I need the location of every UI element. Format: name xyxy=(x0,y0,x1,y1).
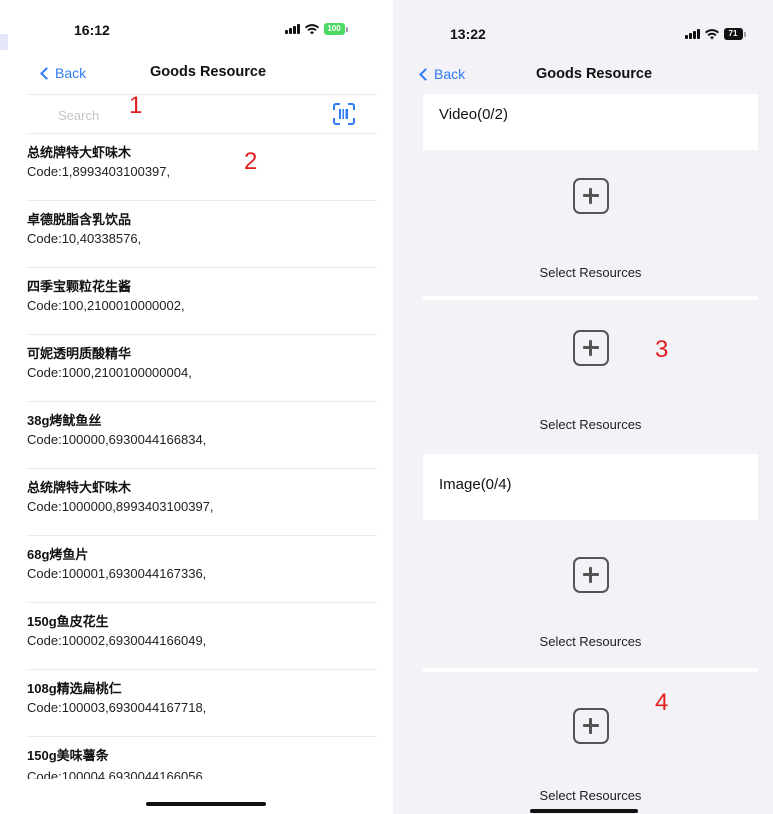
goods-name: 150g美味薯条 xyxy=(27,748,109,763)
select-resources-label[interactable]: Select Resources xyxy=(423,788,758,803)
back-label: Back xyxy=(55,65,87,81)
signal-icon xyxy=(685,29,700,39)
goods-name: 可妮透明质酸精华 xyxy=(27,346,132,361)
signal-icon xyxy=(285,24,300,34)
status-icons: 71 xyxy=(685,25,746,43)
goods-list-item[interactable]: 38g烤鱿鱼丝 Code:100000,6930044166834, xyxy=(26,402,377,469)
goods-code: Code:1,8993403100397, xyxy=(27,164,171,179)
back-button[interactable]: Back xyxy=(40,65,87,81)
wifi-icon xyxy=(704,28,719,40)
search-input[interactable] xyxy=(58,104,258,126)
status-time: 16:12 xyxy=(74,22,110,38)
goods-name: 总统牌特大虾味木 xyxy=(27,145,132,160)
goods-list-item[interactable]: 108g精选扁桃仁 Code:100003,6930044167718, xyxy=(26,670,377,737)
goods-list-item[interactable]: 卓德脱脂含乳饮品 Code:10,40338576, xyxy=(26,201,377,268)
goods-name: 总统牌特大虾味木 xyxy=(27,480,132,495)
wifi-icon xyxy=(304,23,319,35)
image-resource-slot[interactable]: Select Resources xyxy=(423,672,758,814)
goods-list-item[interactable]: 150g美味薯条 Code:100004,6930044166056 xyxy=(26,737,377,804)
video-section-header: Video(0/2) xyxy=(423,94,758,150)
select-resources-label[interactable]: Select Resources xyxy=(423,634,758,649)
goods-list-item[interactable]: 四季宝颗粒花生酱 Code:100,2100010000002, xyxy=(26,268,377,335)
add-icon[interactable] xyxy=(572,330,609,366)
chevron-left-icon xyxy=(40,67,53,80)
image-section-title: Image(0/4) xyxy=(439,476,512,493)
status-icons: 100 xyxy=(285,20,348,38)
goods-code: Code:10,40338576, xyxy=(27,231,142,246)
goods-code: Code:1000,2100100000004, xyxy=(27,365,192,380)
battery-icon: 100 xyxy=(323,23,348,35)
page-title: Goods Resource xyxy=(150,64,267,80)
annotation-marker: 3 xyxy=(655,336,669,363)
battery-level: 100 xyxy=(323,23,345,35)
back-label: Back xyxy=(434,66,466,82)
goods-list-screen: 16:12 100 Back Goods Resource 1 xyxy=(26,0,377,814)
goods-name: 卓德脱脂含乳饮品 xyxy=(27,212,132,227)
goods-code: Code:100003,6930044167718, xyxy=(27,700,207,715)
goods-code: Code:100,2100010000002, xyxy=(27,298,185,313)
battery-level: 71 xyxy=(723,28,743,40)
goods-name: 68g烤鱼片 xyxy=(27,547,89,562)
goods-name: 四季宝颗粒花生酱 xyxy=(27,279,132,294)
page-title: Goods Resource xyxy=(536,66,653,82)
add-icon[interactable] xyxy=(572,178,609,214)
goods-list-item[interactable]: 总统牌特大虾味木 Code:1,8993403100397, xyxy=(26,134,377,201)
goods-list-item[interactable]: 150g鱼皮花生 Code:100002,6930044166049, xyxy=(26,603,377,670)
home-indicator xyxy=(530,809,638,813)
annotation-marker: 1 xyxy=(129,92,143,119)
goods-name: 38g烤鱿鱼丝 xyxy=(27,413,102,428)
select-resources-label[interactable]: Select Resources xyxy=(423,265,758,280)
image-section-header: Image(0/4) xyxy=(423,454,758,520)
goods-list-item[interactable]: 总统牌特大虾味木 Code:1000000,8993403100397, xyxy=(26,469,377,536)
chevron-left-icon xyxy=(419,68,432,81)
add-icon[interactable] xyxy=(572,708,609,744)
annotation-marker: 4 xyxy=(655,689,669,716)
home-indicator xyxy=(146,802,266,806)
goods-code: Code:100001,6930044167336, xyxy=(27,566,207,581)
goods-list-item[interactable]: 可妮透明质酸精华 Code:1000,2100100000004, xyxy=(26,335,377,402)
video-resource-slot[interactable]: Select Resources xyxy=(423,300,758,450)
nav-bar: Back Goods Resource xyxy=(26,56,377,92)
status-bar: 16:12 100 xyxy=(26,0,377,56)
nav-bar: Back Goods Resource xyxy=(393,58,773,94)
goods-name: 108g精选扁桃仁 xyxy=(27,681,122,696)
barcode-scan-icon[interactable] xyxy=(333,103,355,125)
goods-list-item[interactable]: 68g烤鱼片 Code:100001,6930044167336, xyxy=(26,536,377,603)
select-resources-label[interactable]: Select Resources xyxy=(423,417,758,432)
goods-code: Code:100002,6930044166049, xyxy=(27,633,207,648)
search-bar: 1 xyxy=(26,92,377,134)
goods-code: Code:1000000,8993403100397, xyxy=(27,499,214,514)
status-time: 13:22 xyxy=(450,26,486,42)
goods-name: 150g鱼皮花生 xyxy=(27,614,109,629)
battery-icon: 71 xyxy=(723,28,746,40)
goods-resource-screen: 13:22 71 Back Goods Resource Video(0/2) … xyxy=(393,0,773,814)
goods-list: 总统牌特大虾味木 Code:1,8993403100397, 卓德脱脂含乳饮品 Co… xyxy=(26,134,377,804)
image-resource-slot[interactable]: Select Resources xyxy=(423,520,758,668)
goods-code: Code:100000,6930044166834, xyxy=(27,432,207,447)
video-section-title: Video(0/2) xyxy=(439,106,508,123)
add-icon[interactable] xyxy=(572,557,609,593)
status-bar: 13:22 71 xyxy=(393,0,773,56)
goods-code: Code:100004,6930044166056 xyxy=(27,769,203,779)
video-resource-slot[interactable]: Select Resources xyxy=(423,150,758,296)
back-button[interactable]: Back xyxy=(419,66,466,82)
decorative-accent xyxy=(0,34,8,50)
